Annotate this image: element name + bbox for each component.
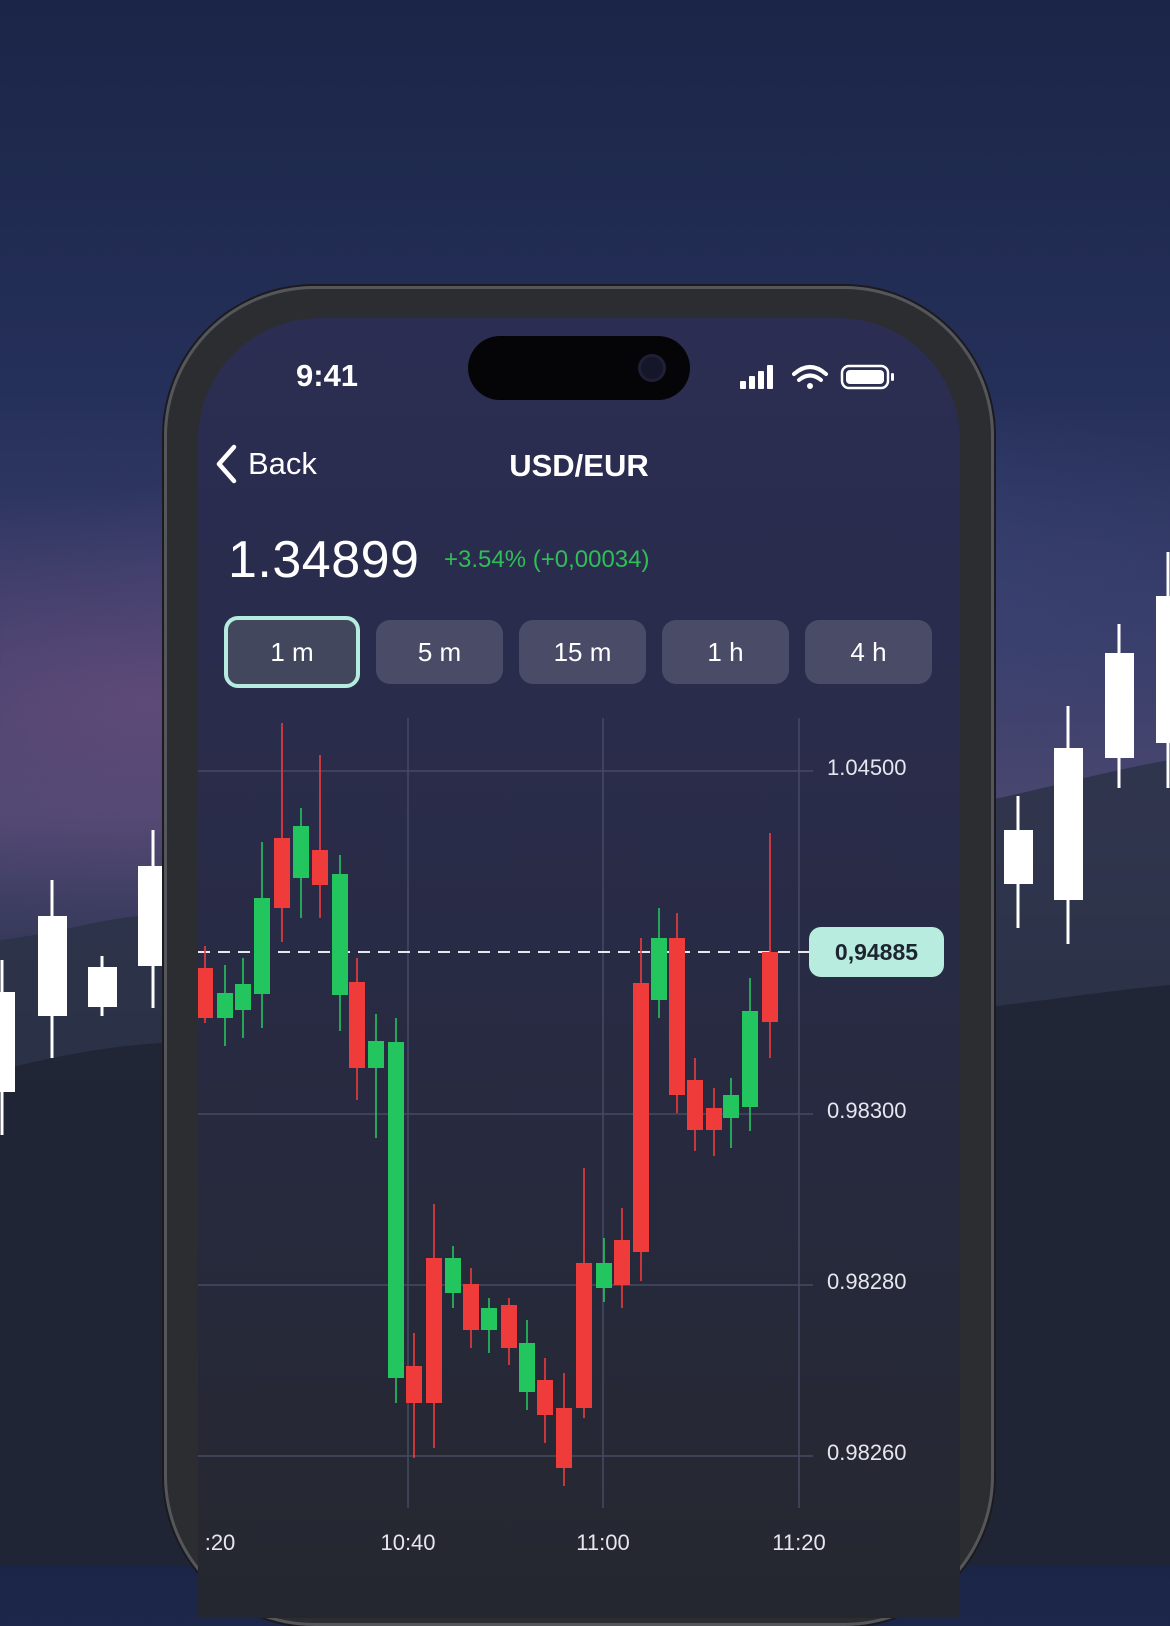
candle — [633, 938, 649, 1281]
candle-body — [723, 1095, 739, 1118]
candle-body — [198, 968, 213, 1018]
candle-body — [332, 874, 348, 995]
candle-body — [445, 1258, 461, 1293]
candle-body — [349, 982, 365, 1068]
candle — [349, 958, 365, 1100]
candle-body — [596, 1263, 612, 1288]
y-tick-label: 1.04500 — [827, 755, 907, 780]
candle — [481, 1298, 497, 1353]
candle — [687, 1058, 703, 1151]
candle — [274, 723, 290, 942]
candle — [669, 913, 685, 1113]
candle-body — [576, 1263, 592, 1408]
candle-body — [651, 938, 667, 1000]
candle — [576, 1168, 592, 1418]
candle — [723, 1078, 739, 1148]
candle — [519, 1320, 535, 1410]
candle-body — [254, 898, 270, 994]
x-tick-label: :20 — [204, 1530, 236, 1555]
candle — [332, 855, 348, 1031]
candle — [217, 965, 233, 1046]
candle-body — [235, 984, 251, 1010]
candle — [463, 1268, 479, 1348]
candle-body — [388, 1042, 404, 1378]
phone-screen: 9:41 Back USD/EUR 1.34899 +3.54% (+0,000… — [198, 318, 960, 1618]
candle — [742, 978, 758, 1131]
candle-body — [426, 1258, 442, 1403]
candle — [312, 755, 328, 918]
candle-body — [368, 1041, 384, 1068]
candle-body — [742, 1011, 758, 1107]
candle-body — [633, 983, 649, 1252]
y-tick-label: 0.98260 — [827, 1440, 907, 1465]
candle-body — [501, 1305, 517, 1348]
x-tick-label: 11:20 — [772, 1530, 826, 1555]
candle — [614, 1208, 630, 1308]
candle-body — [537, 1380, 553, 1415]
candle-body — [762, 952, 778, 1022]
candle — [254, 842, 270, 1028]
candle-body — [481, 1308, 497, 1330]
candle — [368, 1014, 384, 1138]
candle — [706, 1088, 722, 1156]
candle-body — [519, 1343, 535, 1392]
candle-body — [293, 826, 309, 878]
candle-body — [556, 1408, 572, 1468]
candle — [762, 833, 778, 1058]
candle — [235, 958, 251, 1038]
current-price-badge: 0,94885 — [809, 927, 944, 977]
candle-body — [406, 1366, 422, 1403]
candle-body — [687, 1080, 703, 1130]
candle — [501, 1298, 517, 1365]
candle-body — [312, 850, 328, 885]
candle-body — [669, 938, 685, 1095]
candles — [198, 723, 778, 1486]
candle — [198, 946, 213, 1023]
candle — [596, 1238, 612, 1302]
candle — [556, 1373, 572, 1486]
x-tick-label: 11:00 — [576, 1530, 630, 1555]
candle — [426, 1204, 442, 1448]
candle-body — [614, 1240, 630, 1285]
y-tick-label: 0.98280 — [827, 1269, 907, 1294]
candle — [445, 1246, 461, 1308]
x-tick-label: 10:40 — [380, 1530, 436, 1555]
candle-body — [706, 1108, 722, 1130]
candle-body — [463, 1284, 479, 1330]
candle — [388, 1018, 404, 1403]
y-tick-label: 0.98300 — [827, 1098, 907, 1123]
candle — [537, 1358, 553, 1443]
candle-body — [217, 993, 233, 1018]
candle-body — [274, 838, 290, 908]
candle — [651, 908, 667, 1018]
candle — [293, 808, 309, 918]
